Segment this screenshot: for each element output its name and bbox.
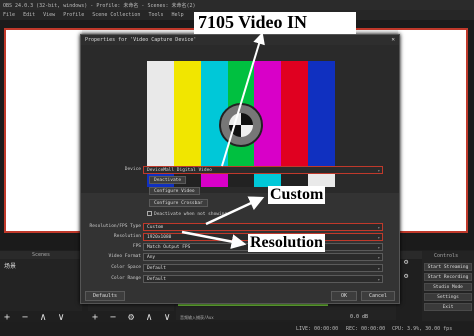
resolution-value: 1920x1080 (147, 235, 172, 240)
color-range-value: Default (147, 277, 166, 282)
custom-annotation: Custom (268, 186, 326, 204)
chevron-down-icon: ▾ (377, 225, 380, 230)
deactivate-button[interactable]: Deactivate (149, 176, 187, 184)
controls-header: Controls (434, 253, 459, 259)
status-live: LIVE: 00:00:00 (296, 326, 339, 332)
fps-row: FPS Match Output FPS ▾ (81, 243, 399, 252)
title-annotation: 7105 Video IN (198, 12, 308, 32)
deactivate-checkbox[interactable] (147, 211, 152, 216)
fps-value: Match Output FPS (147, 245, 191, 250)
dialog-title: Properties for 'Video Capture Device' (81, 35, 399, 45)
configure-video-button[interactable]: Configure Video (149, 187, 200, 195)
mixer-db-value: 0.0 dB (350, 314, 369, 320)
start-recording-button[interactable]: Start Recording (424, 273, 472, 281)
cancel-button[interactable]: Cancel (361, 291, 395, 301)
configure-crossbar-button[interactable]: Configure Crossbar (149, 199, 208, 207)
resolution-row: Resolution 1920x1080 ▾ (81, 233, 399, 242)
menu-profile[interactable]: Profile (63, 12, 84, 18)
test-pattern-checker (229, 113, 253, 137)
resolution-annotation: Resolution (248, 234, 325, 252)
color-space-value: Default (147, 266, 166, 271)
res-fps-type-label: Resolution/FPS Type (89, 224, 141, 229)
scenes-header: Scenes (32, 252, 51, 258)
preview-white-right-bottom (398, 148, 466, 231)
menu-edit[interactable]: Edit (23, 12, 35, 18)
status-bar: LIVE: 00:00:00 REC: 00:00:00 CPU: 3.9%, … (0, 322, 474, 336)
properties-dialog: Properties for 'Video Capture Device' ✕ … (80, 34, 400, 304)
res-fps-type-row: Resolution/FPS Type Custom ▾ (81, 223, 399, 232)
device-label: Device (124, 167, 141, 172)
device-select[interactable]: DeviceMall Digital Video ▾ (143, 166, 383, 174)
chevron-down-icon: ▾ (377, 277, 380, 282)
video-format-label: Video Format (108, 254, 141, 259)
preview-white-right (398, 30, 466, 148)
video-format-row: Video Format Any ▾ (81, 253, 399, 262)
preview-white-left (6, 30, 82, 148)
settings-button[interactable]: Settings (424, 293, 472, 301)
menu-file[interactable]: File (3, 12, 15, 18)
studio-mode-button[interactable]: Studio Mode (424, 283, 472, 291)
preview-white-left-bottom (6, 148, 82, 231)
window-title: OBS 24.0.3 (32-bit, windows) - Profile: … (0, 0, 474, 10)
res-fps-type-select[interactable]: Custom ▾ (143, 223, 383, 231)
color-range-select[interactable]: Default ▾ (143, 275, 383, 283)
start-streaming-button[interactable]: Start Streaming (424, 263, 472, 271)
exit-button[interactable]: Exit (424, 303, 472, 311)
chevron-down-icon: ▾ (377, 255, 380, 260)
menu-scene-collection[interactable]: Scene Collection (92, 12, 140, 18)
video-format-select[interactable]: Any ▾ (143, 253, 383, 261)
chevron-down-icon: ▾ (377, 168, 380, 173)
close-icon[interactable]: ✕ (391, 36, 395, 43)
color-space-select[interactable]: Default ▾ (143, 264, 383, 272)
resolution-label: Resolution (113, 234, 141, 239)
fps-label: FPS (132, 244, 141, 249)
status-cpu: CPU: 3.9%, 30.00 fps (392, 326, 453, 332)
menu-help[interactable]: Help (172, 12, 184, 18)
menu-view[interactable]: View (43, 12, 55, 18)
chevron-down-icon: ▾ (377, 266, 380, 271)
deactivate-checkbox-row[interactable]: Deactivate when not showing (147, 211, 227, 217)
color-space-label: Color Space (111, 265, 141, 270)
mixer-source-label: 音频输入捕获/Aux (180, 315, 214, 320)
chevron-down-icon: ▾ (377, 235, 380, 240)
color-range-row: Color Range Default ▾ (81, 275, 399, 284)
res-fps-type-value: Custom (147, 225, 164, 230)
device-value: DeviceMall Digital Video (147, 168, 213, 173)
color-range-label: Color Range (111, 276, 141, 281)
scene-item[interactable]: 场景 (4, 261, 78, 270)
color-space-row: Color Space Default ▾ (81, 264, 399, 273)
defaults-button[interactable]: Defaults (85, 291, 125, 301)
scenes-panel: 场景 (0, 259, 82, 311)
video-format-value: Any (147, 255, 156, 260)
ok-button[interactable]: OK (331, 291, 357, 301)
device-row: Device DeviceMall Digital Video ▾ (81, 166, 399, 175)
menu-tools[interactable]: Tools (148, 12, 163, 18)
chevron-down-icon: ▾ (377, 245, 380, 250)
status-rec: REC: 00:00:00 (346, 326, 386, 332)
transition-gear-icon[interactable]: ⚙ (404, 258, 408, 266)
transition-gear-icon-2[interactable]: ⚙ (404, 272, 408, 280)
deactivate-checkbox-label: Deactivate when not showing (154, 212, 228, 217)
